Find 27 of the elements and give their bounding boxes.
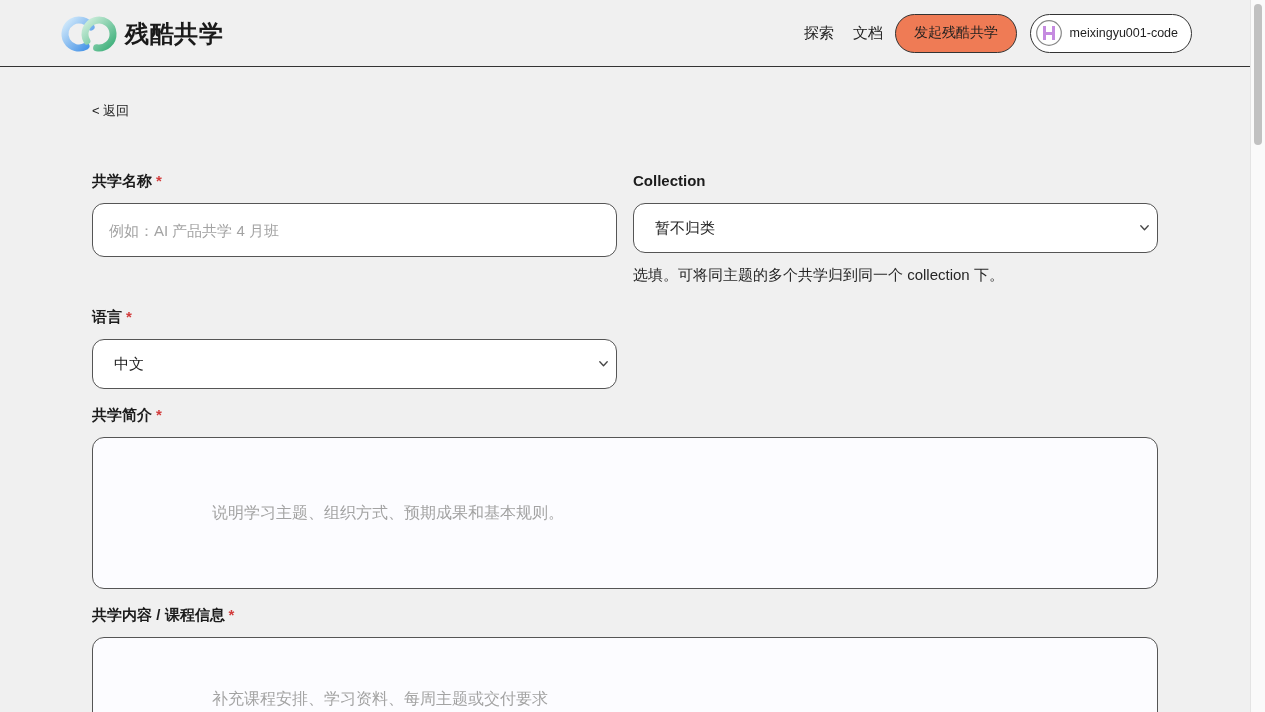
chevron-icon (599, 361, 608, 367)
nav-link[interactable]: 探索 (803, 23, 834, 43)
field-label: 语言 (92, 307, 122, 327)
create-button[interactable]: 发起残酷共学 (894, 13, 1017, 53)
text-area[interactable]: 补充课程安排、学习资料、每周主题或交付要求 (92, 637, 1158, 712)
required-asterisk: * (156, 171, 162, 191)
field-label: 共学简介 (92, 405, 152, 425)
field-label: 共学名称 (92, 171, 152, 191)
help-text: 选填。可将同主题的多个共学归到同一个 collection 下。 (633, 265, 1005, 285)
field-label: 共学内容 / 课程信息 (92, 605, 225, 625)
required-asterisk: * (228, 605, 235, 625)
avatar-icon (1035, 20, 1062, 46)
required-asterisk: * (156, 405, 162, 425)
dropdown[interactable]: 中文 (92, 339, 617, 389)
dropdown[interactable]: 暂不归类 (633, 203, 1158, 253)
scrollbar[interactable] (1250, 0, 1265, 712)
logo-icon (60, 14, 118, 54)
nav-link[interactable]: 文档 (852, 23, 883, 43)
back-link[interactable]: < 返回 (92, 102, 130, 120)
required-asterisk: * (126, 307, 132, 327)
field-label: Collection (633, 171, 706, 191)
user-menu-button[interactable]: meixingyu001-code (1029, 13, 1192, 53)
scrollbar-thumb[interactable] (1254, 4, 1262, 145)
text-input[interactable]: 例如：AI 产品共学 4 月班 (92, 203, 617, 257)
text-area[interactable]: 说明学习主题、组织方式、预期成果和基本规则。 (92, 437, 1158, 589)
logo-link[interactable]: 残酷共学 (60, 14, 223, 54)
chevron-icon (1140, 225, 1149, 231)
